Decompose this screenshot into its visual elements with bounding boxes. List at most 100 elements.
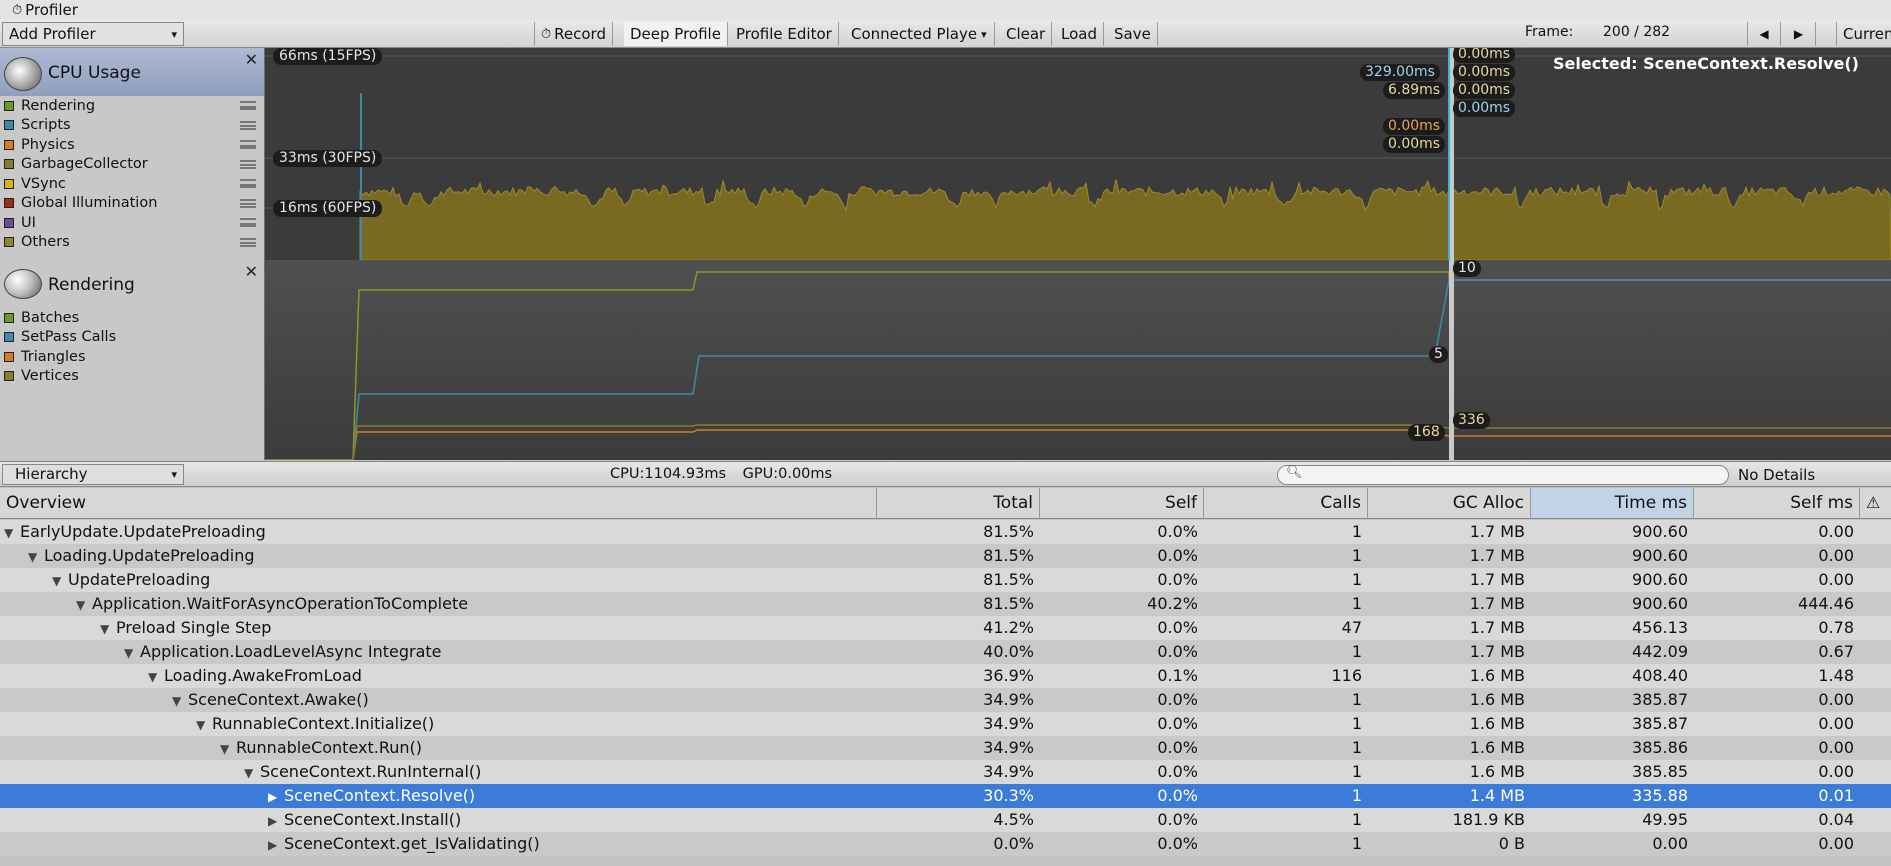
rendering-legend-item[interactable]: Triangles <box>0 347 264 367</box>
save-button[interactable]: Save <box>1108 22 1158 46</box>
collapse-arrow-icon[interactable]: ▼ <box>100 617 116 640</box>
table-row[interactable]: ▶ SceneContext.Install() 4.5% 0.0% 1 181.9 KB… <box>0 808 1891 832</box>
drag-handle-icon[interactable] <box>240 101 256 110</box>
column-time-ms[interactable]: Time ms <box>1531 488 1694 518</box>
clear-button[interactable]: Clear <box>1000 22 1053 46</box>
collapse-arrow-icon[interactable]: ▼ <box>76 593 92 616</box>
collapse-arrow-icon[interactable]: ▼ <box>28 545 44 568</box>
collapse-arrow-icon[interactable]: ▼ <box>196 713 212 736</box>
column-calls[interactable]: Calls <box>1204 488 1368 518</box>
cpu-usage-graph[interactable] <box>265 48 1891 260</box>
cpu-legend-item[interactable]: VSync <box>0 174 264 194</box>
view-mode-dropdown[interactable]: Hierarchy <box>2 464 184 485</box>
connected-player-dropdown[interactable]: Connected Playe <box>845 22 995 46</box>
rendering-chart[interactable]: 10 5 336 168 <box>265 260 1891 460</box>
deep-profile-button[interactable]: Deep Profile <box>624 22 728 46</box>
table-row[interactable]: ▼ Loading.UpdatePreloading 81.5% 0.0% 1 1.7 M… <box>0 544 1891 568</box>
drag-handle-icon[interactable] <box>240 140 256 149</box>
cpu-legend-item[interactable]: Global Illumination <box>0 194 264 214</box>
row-name-cell: ▼ RunnableContext.Initialize() <box>196 712 874 736</box>
drag-handle-icon[interactable] <box>240 218 256 227</box>
table-row[interactable]: ▼ SceneContext.RunInternal() 34.9% 0.0% 1 1.6… <box>0 760 1891 784</box>
expand-arrow-icon[interactable]: ▶ <box>268 809 284 832</box>
cpu-usage-header[interactable]: CPU Usage ✕ <box>0 48 264 99</box>
column-self[interactable]: Self <box>1040 488 1204 518</box>
row-name: Preload Single Step <box>116 618 272 637</box>
row-time-cell: 408.40 <box>1632 666 1688 685</box>
current-frame-button[interactable]: Curren <box>1836 22 1891 46</box>
table-row[interactable]: ▼ Preload Single Step 41.2% 0.0% 47 1.7 MB 456… <box>0 616 1891 640</box>
cpu-legend-item[interactable]: Physics <box>0 135 264 155</box>
cpu-spike-selected <box>1448 48 1450 260</box>
cpu-legend-item[interactable]: UI <box>0 213 264 233</box>
drag-handle-icon[interactable] <box>240 237 256 247</box>
column-gc-alloc[interactable]: GC Alloc <box>1368 488 1531 518</box>
row-time-cell: 385.86 <box>1632 738 1688 757</box>
table-row[interactable]: ▼ Application.WaitForAsyncOperationToComp… <box>0 592 1891 616</box>
cpu-legend-item[interactable]: Scripts <box>0 116 264 136</box>
current-frame-label: Curren <box>1843 25 1891 43</box>
load-button[interactable]: Load <box>1055 22 1104 46</box>
rendering-panel[interactable]: Rendering ✕ Batches SetPass Calls Triangle… <box>0 260 265 460</box>
drag-handle-icon[interactable] <box>240 179 256 188</box>
cpu-legend-item[interactable]: Rendering <box>0 96 264 116</box>
table-row[interactable]: ▼ Loading.AwakeFromLoad 36.9% 0.1% 116 1.6 MB… <box>0 664 1891 688</box>
collapse-arrow-icon[interactable]: ▼ <box>52 569 68 592</box>
table-row[interactable]: ▼ RunnableContext.Initialize() 34.9% 0.0% 1 1… <box>0 712 1891 736</box>
legend-swatch <box>4 159 14 170</box>
record-button[interactable]: ⏱ Record <box>534 22 613 46</box>
window-title-bar: ⏱ Profiler <box>0 0 1891 20</box>
table-row[interactable]: ▶ SceneContext.Resolve() 30.3% 0.0% 1 1.4 MB 3… <box>0 784 1891 808</box>
table-row[interactable]: ▼ EarlyUpdate.UpdatePreloading 81.5% 0.0% 1 1… <box>0 520 1891 544</box>
collapse-arrow-icon[interactable]: ▼ <box>124 641 140 664</box>
collapse-arrow-icon[interactable]: ▼ <box>4 521 20 544</box>
rendering-header[interactable]: Rendering ✕ <box>0 260 264 311</box>
row-calls-cell: 1 <box>1351 810 1362 829</box>
add-profiler-dropdown[interactable]: Add Profiler <box>2 22 184 46</box>
close-icon[interactable]: ✕ <box>245 50 258 69</box>
rendering-graph[interactable] <box>265 260 1891 460</box>
profile-editor-button[interactable]: Profile Editor <box>730 22 839 46</box>
cpu-legend-item[interactable]: GarbageCollector <box>0 155 264 175</box>
collapse-arrow-icon[interactable]: ▼ <box>220 737 236 760</box>
table-row[interactable]: ▼ RunnableContext.Run() 34.9% 0.0% 1 1.6 MB 38… <box>0 736 1891 760</box>
cpu-value-others: 0.00ms <box>1453 100 1516 117</box>
column-total[interactable]: Total <box>877 488 1040 518</box>
collapse-arrow-icon[interactable]: ▼ <box>172 689 188 712</box>
legend-label: UI <box>21 214 36 231</box>
cpu-usage-chart[interactable]: 66ms (15FPS) 33ms (30FPS) 16ms (60FPS) 3… <box>265 48 1891 260</box>
rendering-legend-item[interactable]: Batches <box>0 308 264 328</box>
collapse-arrow-icon[interactable]: ▼ <box>148 665 164 688</box>
table-row[interactable]: ▼ Application.LoadLevelAsync Integrate 40.… <box>0 640 1891 664</box>
selected-sample-label: Selected: SceneContext.Resolve() <box>1553 54 1859 73</box>
cpu-value-vsync: 0.00ms <box>1453 48 1516 63</box>
next-frame-button[interactable]: ▶ <box>1782 22 1816 46</box>
expand-arrow-icon[interactable]: ▶ <box>268 833 284 856</box>
column-overview[interactable]: Overview <box>0 488 877 518</box>
rendering-legend-item[interactable]: SetPass Calls <box>0 328 264 348</box>
expand-arrow-icon[interactable]: ▶ <box>268 785 284 808</box>
drag-handle-icon[interactable] <box>240 198 256 208</box>
row-name-cell: ▶ SceneContext.Resolve() <box>268 784 874 808</box>
legend-swatch <box>4 178 14 189</box>
table-row[interactable]: ▶ SceneContext.get_IsValidating() 0.0% 0.0%… <box>0 832 1891 856</box>
table-row[interactable]: ▼ UpdatePreloading 81.5% 0.0% 1 1.7 MB 900.60 0… <box>0 568 1891 592</box>
close-icon[interactable]: ✕ <box>245 262 258 281</box>
drag-handle-icon[interactable] <box>240 120 256 130</box>
rendering-legend-item[interactable]: Vertices <box>0 367 264 387</box>
details-dropdown[interactable]: No Details <box>1738 466 1815 484</box>
gpu-time: GPU:0.00ms <box>742 466 833 482</box>
warning-icon[interactable]: ⚠ <box>1860 488 1891 518</box>
prev-frame-button[interactable]: ◀ <box>1747 22 1781 46</box>
search-field[interactable]: 🔍︎ <box>1277 465 1729 485</box>
row-name: RunnableContext.Initialize() <box>212 714 435 733</box>
table-row[interactable]: ▼ SceneContext.Awake() 34.9% 0.0% 1 1.6 MB 385… <box>0 688 1891 712</box>
column-self-ms[interactable]: Self ms <box>1694 488 1860 518</box>
row-self-cell: 0.0% <box>1157 570 1198 589</box>
row-gc-cell: 1.7 MB <box>1469 522 1525 541</box>
drag-handle-icon[interactable] <box>240 159 256 169</box>
collapse-arrow-icon[interactable]: ▼ <box>244 761 260 784</box>
cpu-legend-item[interactable]: Others <box>0 233 264 253</box>
cpu-usage-panel[interactable]: CPU Usage ✕ Rendering Scripts Physics Garba… <box>0 48 265 260</box>
legend-swatch <box>4 217 14 228</box>
